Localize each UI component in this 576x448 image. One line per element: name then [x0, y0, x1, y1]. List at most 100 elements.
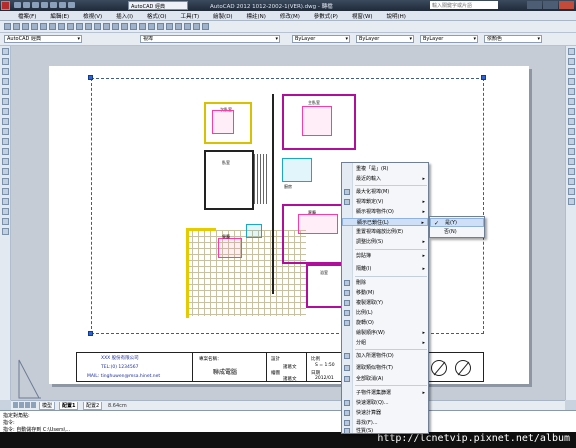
hatch-icon[interactable] — [2, 188, 9, 195]
join-icon[interactable] — [568, 168, 575, 175]
viewport-grip[interactable] — [88, 331, 93, 336]
calculator-icon[interactable] — [193, 23, 200, 30]
scale-icon[interactable] — [568, 118, 575, 125]
mirror-icon[interactable] — [568, 68, 575, 75]
redo-icon[interactable] — [103, 23, 110, 30]
menu-help[interactable]: 說明(H) — [386, 12, 405, 20]
quick-access-toolbar[interactable] — [14, 2, 124, 9]
submenu-no[interactable]: 否(N) — [430, 228, 484, 237]
tool-palette-icon[interactable] — [166, 23, 173, 30]
erase-icon[interactable] — [568, 48, 575, 55]
ctx-display-locked[interactable]: 顯示已鎖住(L) ▸ — [342, 218, 428, 226]
menu-file[interactable]: 檔案(F) — [18, 12, 36, 20]
rotate-icon[interactable] — [568, 108, 575, 115]
command-line[interactable]: 指定對角點: 指令: 指令: 自動儲存到 C:\Users\... — [0, 410, 576, 433]
submenu-yes[interactable]: ✓ 是(Y) — [430, 218, 484, 227]
gradient-icon[interactable] — [2, 198, 9, 205]
ctx-reset-scale[interactable]: 重置視埠縮放比例(E) — [342, 228, 428, 236]
close-button[interactable] — [559, 1, 574, 9]
ellipse-icon[interactable] — [2, 138, 9, 145]
tab-layout2[interactable]: 配置2 — [83, 402, 103, 410]
ellipse-arc-icon[interactable] — [2, 148, 9, 155]
maximize-button[interactable] — [543, 1, 558, 9]
revcloud-icon[interactable] — [2, 118, 9, 125]
save-as-icon[interactable] — [41, 2, 48, 8]
ctx-add-selected[interactable]: 加入所選物件(D) — [342, 352, 428, 360]
viewport-grip[interactable] — [481, 75, 486, 80]
linetype-combo[interactable]: ByLayer — [356, 35, 414, 43]
menu-format[interactable]: 格式(O) — [147, 12, 167, 20]
ctx-select-similar[interactable]: 選取類似物件(T) — [342, 364, 428, 372]
array-icon[interactable] — [568, 88, 575, 95]
plotstyle-combo[interactable]: 依顏色 — [484, 35, 542, 43]
ctx-quick-calc[interactable]: 快速計算器 — [342, 409, 428, 417]
ctx-recent-input[interactable]: 最近的輸入 ▸ — [342, 175, 428, 183]
construction-line-icon[interactable] — [2, 58, 9, 65]
region-icon[interactable] — [2, 208, 9, 215]
ctx-copy-selection[interactable]: 複製選取(Y) — [342, 299, 428, 307]
ctx-erase[interactable]: 刪除 — [342, 279, 428, 287]
break-icon[interactable] — [568, 158, 575, 165]
stretch-icon[interactable] — [568, 128, 575, 135]
menu-dimension[interactable]: 標註(N) — [247, 12, 266, 20]
polyline-icon[interactable] — [2, 68, 9, 75]
cut-icon[interactable] — [58, 23, 65, 30]
offset-icon[interactable] — [568, 78, 575, 85]
ctx-move[interactable]: 移動(M) — [342, 289, 428, 297]
layer-combo[interactable]: 視埠 — [140, 35, 280, 43]
ctx-deselect-all[interactable]: 全部取消(A) — [342, 375, 428, 383]
ctx-properties[interactable]: 性質(S) — [342, 427, 428, 435]
menu-parametric[interactable]: 參數式(P) — [314, 12, 338, 20]
undo-icon[interactable] — [50, 2, 57, 8]
minimize-button[interactable] — [527, 1, 542, 9]
new-icon[interactable] — [14, 2, 21, 8]
point-icon[interactable] — [2, 178, 9, 185]
ctx-repeat[interactable]: 重複「是」(R) — [342, 165, 428, 173]
publish-icon[interactable] — [49, 23, 56, 30]
print-icon[interactable] — [31, 23, 38, 30]
spline-icon[interactable] — [2, 128, 9, 135]
save-icon[interactable] — [22, 23, 29, 30]
workspace-combo[interactable]: AutoCAD 經典 — [4, 35, 82, 43]
polygon-icon[interactable] — [2, 78, 9, 85]
line-icon[interactable] — [2, 48, 9, 55]
autocad-logo-icon[interactable] — [1, 1, 10, 10]
make-block-icon[interactable] — [2, 168, 9, 175]
insert-block-icon[interactable] — [2, 158, 9, 165]
preview-icon[interactable] — [40, 23, 47, 30]
menu-tools[interactable]: 工具(T) — [180, 12, 199, 20]
tab-layout1[interactable]: 配置1 — [59, 402, 79, 410]
ctx-scale[interactable]: 比例(L) — [342, 309, 428, 317]
copy-icon[interactable] — [67, 23, 74, 30]
ctx-display-objects[interactable]: 顯示視埠物件(O) ▸ — [342, 208, 428, 216]
save-icon[interactable] — [32, 2, 39, 8]
tab-navigation[interactable] — [13, 402, 37, 410]
menu-edit[interactable]: 編輯(E) — [50, 12, 69, 20]
next-tab-icon[interactable] — [25, 402, 30, 408]
ctx-clipboard[interactable]: 剪貼簿 ▸ — [342, 252, 428, 260]
menu-modify[interactable]: 修改(M) — [280, 12, 300, 20]
workspace-selector[interactable]: AutoCAD 經典 — [128, 1, 188, 10]
chamfer-icon[interactable] — [568, 178, 575, 185]
zoom-window-icon[interactable] — [130, 23, 137, 30]
match-icon[interactable] — [85, 23, 92, 30]
paste-icon[interactable] — [76, 23, 83, 30]
redo-icon[interactable] — [59, 2, 66, 8]
lineweight-combo[interactable]: ByLayer — [420, 35, 478, 43]
viewport-grip[interactable] — [88, 75, 93, 80]
help-icon[interactable] — [202, 23, 209, 30]
sheet-set-icon[interactable] — [175, 23, 182, 30]
ctx-rotate[interactable]: 旋轉(O) — [342, 319, 428, 327]
color-combo[interactable]: ByLayer — [292, 35, 350, 43]
ctx-viewport-lock[interactable]: 視埠鎖定(V) ▸ — [342, 198, 428, 206]
undo-icon[interactable] — [94, 23, 101, 30]
arc-icon[interactable] — [2, 98, 9, 105]
menu-view[interactable]: 檢視(V) — [83, 12, 102, 20]
table-icon[interactable] — [2, 218, 9, 225]
rectangle-icon[interactable] — [2, 88, 9, 95]
zoom-icon[interactable] — [121, 23, 128, 30]
ctx-adjust-scale[interactable]: 調整比例(S) ▸ — [342, 238, 428, 246]
menu-insert[interactable]: 插入(I) — [116, 12, 133, 20]
design-center-icon[interactable] — [157, 23, 164, 30]
trim-icon[interactable] — [568, 138, 575, 145]
